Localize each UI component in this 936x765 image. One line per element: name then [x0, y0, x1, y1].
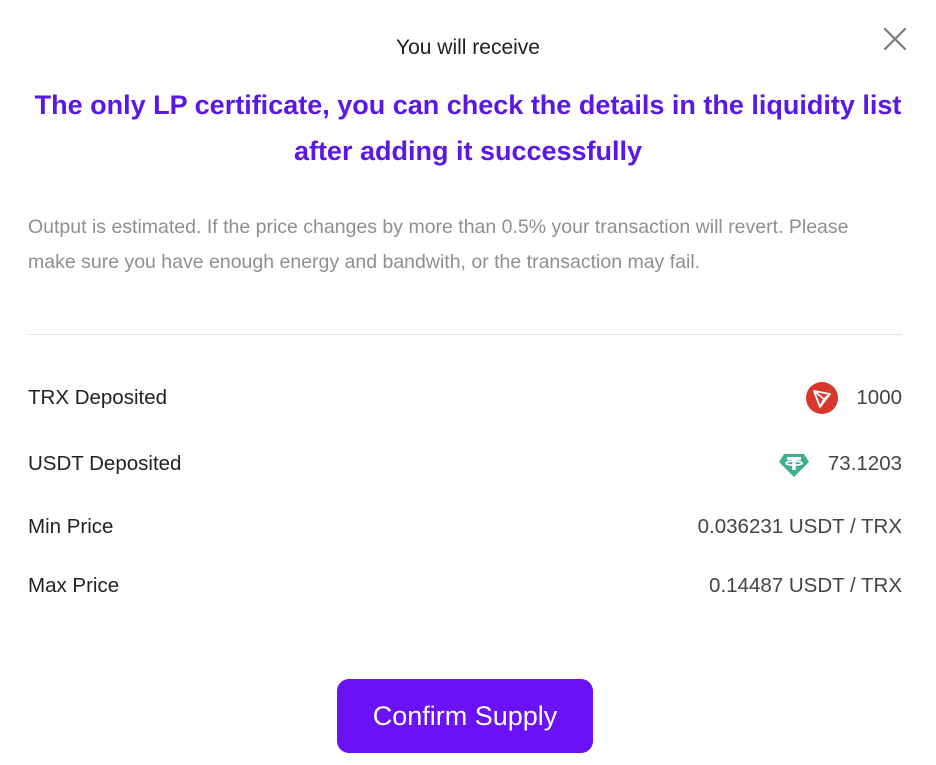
detail-row-trx-deposited: TRX Deposited 1000 — [28, 380, 902, 416]
detail-value: 0.14487 USDT / TRX — [709, 574, 902, 597]
confirm-supply-modal: You will receive The only LP certificate… — [0, 0, 936, 765]
detail-label: TRX Deposited — [28, 386, 168, 409]
detail-value-group: 0.14487 USDT / TRX — [709, 574, 902, 598]
estimate-notice: Output is estimated. If the price change… — [28, 216, 849, 273]
usdt-icon — [778, 448, 810, 480]
detail-value: 73.1203 — [827, 452, 902, 475]
divider — [28, 334, 902, 335]
detail-row-usdt-deposited: USDT Deposited 73.1203 — [28, 446, 902, 482]
detail-value-group: 1000 — [806, 382, 902, 414]
detail-value-group: 0.036231 USDT / TRX — [698, 515, 902, 539]
modal-subtitle: You will receive — [396, 36, 540, 59]
detail-value-group: 73.1203 — [778, 448, 902, 480]
detail-row-max-price: Max Price 0.14487 USDT / TRX — [28, 568, 902, 604]
detail-label: Min Price — [28, 515, 114, 538]
detail-value: 1000 — [856, 386, 902, 409]
confirm-supply-button[interactable]: Confirm Supply — [337, 679, 593, 753]
trx-icon — [806, 382, 839, 414]
detail-label: Max Price — [28, 574, 120, 597]
detail-value: 0.036231 USDT / TRX — [697, 515, 902, 538]
detail-label: USDT Deposited — [28, 452, 182, 475]
detail-row-min-price: Min Price 0.036231 USDT / TRX — [28, 509, 902, 545]
lp-certificate-headline: The only LP certificate, you can check t… — [34, 90, 902, 166]
